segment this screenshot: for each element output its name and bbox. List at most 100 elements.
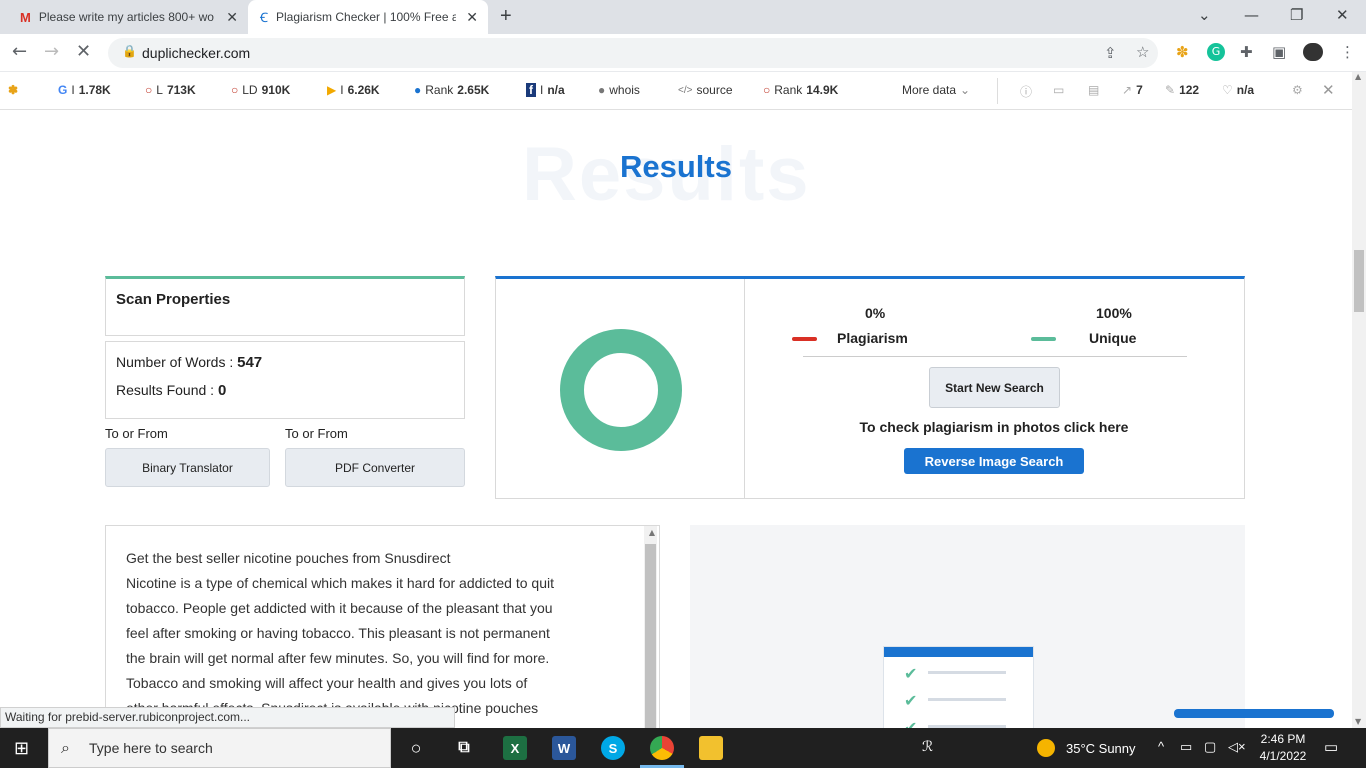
browser-toolbar: ← → ✕ 🔒 duplichecker.com ⇪ ☆ ✽ G ✚ ▣ ⋮	[0, 34, 1366, 72]
forward-icon[interactable]: →	[44, 41, 59, 62]
report-icon[interactable]: ▤	[1088, 83, 1099, 97]
divider	[744, 279, 745, 499]
windows-start-icon[interactable]: ⊞	[14, 738, 29, 759]
seo-item[interactable]: ▶ I 6.26K	[327, 83, 380, 97]
file-explorer-icon[interactable]	[699, 736, 723, 760]
people-icon[interactable]: ℛ	[922, 738, 933, 755]
stop-icon[interactable]: ✕	[76, 41, 91, 62]
pdf-converter-button[interactable]: PDF Converter	[285, 448, 465, 487]
scroll-up-icon[interactable]: ▲	[649, 528, 655, 537]
more-data-dropdown[interactable]: More data ⌄	[902, 83, 970, 97]
unique-label: Unique	[1089, 330, 1137, 346]
seo-item[interactable]: ● Rank 2.65K	[414, 83, 489, 97]
plagiarism-label: Plagiarism	[837, 330, 908, 346]
menu-icon[interactable]: ⋮	[1340, 43, 1355, 61]
seo-item[interactable]: </> source	[678, 83, 733, 97]
illustration: ✔ ✔ ✔	[690, 525, 1334, 728]
weather-sun-icon[interactable]	[1037, 739, 1055, 757]
google-icon: G	[58, 83, 68, 97]
scroll-down-icon[interactable]: ▼	[1355, 717, 1361, 726]
plagiarism-percent: 0%	[865, 305, 886, 321]
seo-item[interactable]: f In/a	[526, 83, 565, 97]
chevron-down-icon: ⌄	[960, 83, 971, 97]
scroll-up-icon[interactable]: ▲	[1355, 72, 1361, 81]
minimize-icon[interactable]: —	[1244, 6, 1259, 24]
edit-icon: ✎	[1165, 83, 1176, 97]
to-or-from-label: To or From	[285, 426, 348, 441]
chevron-down-icon[interactable]: ⌄	[1198, 6, 1211, 24]
share-icon[interactable]: ⇪	[1104, 44, 1117, 62]
network-icon[interactable]: ▭	[1180, 739, 1192, 755]
duplichecker-icon: Ꞓ	[260, 10, 268, 25]
address-bar[interactable]: 🔒 duplichecker.com ⇪ ☆	[108, 38, 1158, 68]
result-donut-chart	[560, 329, 682, 451]
weather-text[interactable]: 35°C Sunny	[1066, 741, 1136, 756]
close-window-icon[interactable]: ✕	[1336, 6, 1349, 24]
extensions-puzzle-icon[interactable]: ✚	[1240, 43, 1253, 61]
new-tab-icon[interactable]: +	[500, 5, 512, 28]
grammarly-icon[interactable]: G	[1207, 43, 1225, 61]
seo-item[interactable]: ♡ n/a	[1222, 83, 1254, 97]
close-icon[interactable]: ✕	[466, 9, 478, 26]
page-scrollbar[interactable]: ▲ ▼	[1352, 72, 1366, 728]
scan-counts: Number of Words : 547 Results Found : 0	[105, 341, 465, 419]
chrome-icon[interactable]	[650, 736, 674, 760]
excel-icon[interactable]: X	[503, 736, 527, 760]
volume-icon[interactable]: ◁×	[1228, 739, 1246, 755]
battery-icon[interactable]: ▢	[1204, 739, 1216, 755]
clock-date[interactable]: 4/1/2022	[1254, 749, 1312, 763]
checked-text-box[interactable]: Get the best seller nicotine pouches fro…	[105, 525, 660, 728]
seo-item[interactable]: G I 1.78K	[58, 83, 111, 97]
heart-icon: ♡	[1222, 83, 1233, 97]
seo-item[interactable]: ● whois	[598, 83, 640, 97]
seo-item[interactable]: ○ LD 910K	[231, 83, 290, 97]
facebook-icon: f	[526, 83, 536, 97]
info-icon[interactable]: ⓘ	[1020, 83, 1032, 100]
circle-icon: ○	[763, 83, 771, 97]
seo-item[interactable]: ↗ 7	[1122, 83, 1143, 97]
start-new-search-button[interactable]: Start New Search	[929, 367, 1060, 408]
seo-item[interactable]: ○ Rank 14.9K	[763, 83, 838, 97]
text-scrollbar-thumb[interactable]	[645, 544, 656, 728]
back-icon[interactable]: ←	[12, 41, 27, 62]
seo-item[interactable]: ○ L 713K	[145, 83, 196, 97]
check-icon: ✔	[904, 691, 918, 710]
taskbar-search[interactable]: ⌕ Type here to search	[48, 728, 391, 768]
monitor-icon[interactable]: ▭	[1053, 83, 1064, 97]
photo-hint-text: To check plagiarism in photos click here	[859, 419, 1129, 435]
tab-gmail[interactable]: M Please write my articles 800+ wo ✕	[8, 0, 248, 34]
circle-icon: ○	[145, 83, 153, 97]
gmail-icon: M	[20, 9, 31, 25]
restore-icon[interactable]: ❐	[1290, 6, 1303, 24]
chevron-up-icon[interactable]: ^	[1158, 739, 1164, 754]
results-count: 0	[217, 382, 227, 399]
tab-duplichecker[interactable]: Ꞓ Plagiarism Checker | 100% Free a ✕	[248, 0, 488, 34]
seoquake-bar: ✽ G I 1.78K ○ L 713K ○ LD 910K ▶ I 6.26K ● Rank 2.…	[0, 72, 1352, 110]
page-scrollbar-thumb[interactable]	[1354, 250, 1364, 312]
reverse-image-search-button[interactable]: Reverse Image Search	[904, 448, 1084, 474]
gear-icon[interactable]: ⚙	[1292, 83, 1303, 97]
search-icon: ⌕	[61, 738, 70, 757]
tab-title: Please write my articles 800+ wo	[38, 10, 214, 24]
tab-strip: M Please write my articles 800+ wo ✕ Ꞓ P…	[0, 0, 1366, 34]
binary-translator-button[interactable]: Binary Translator	[105, 448, 270, 487]
cortana-icon[interactable]: ○	[404, 736, 428, 760]
skype-icon[interactable]: S	[601, 736, 625, 760]
check-icon: ✔	[904, 718, 918, 728]
notifications-icon[interactable]: ▭	[1324, 738, 1338, 756]
external-links-icon: ↗	[1122, 83, 1133, 97]
bookmark-star-icon[interactable]: ☆	[1136, 43, 1149, 61]
bing-icon: ▶	[327, 83, 337, 97]
close-icon[interactable]: ✕	[1322, 81, 1335, 99]
task-view-icon[interactable]: ⧉	[452, 736, 476, 760]
word-icon[interactable]: W	[552, 736, 576, 760]
sidebar-icon[interactable]: ▣	[1272, 43, 1286, 61]
to-or-from-label: To or From	[105, 426, 168, 441]
divider	[803, 356, 1187, 357]
seo-item[interactable]: ✎ 122	[1165, 83, 1199, 97]
seoquake-extension-icon[interactable]: ✽	[1176, 43, 1189, 61]
clock-time[interactable]: 2:46 PM	[1258, 732, 1308, 746]
scan-properties-header: Scan Properties	[105, 276, 465, 336]
close-icon[interactable]: ✕	[226, 9, 238, 26]
profile-avatar[interactable]	[1303, 43, 1323, 61]
